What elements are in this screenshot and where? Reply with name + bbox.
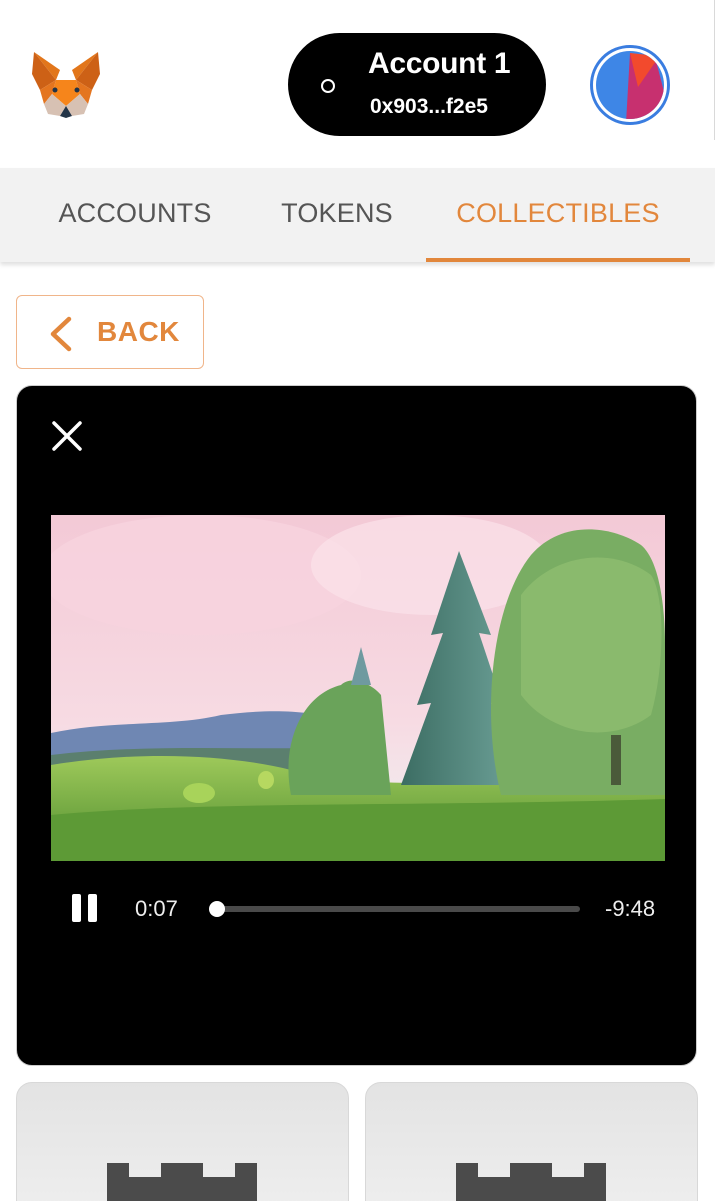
collectible-card[interactable] bbox=[16, 1082, 349, 1201]
metamask-fox-icon[interactable] bbox=[30, 50, 102, 118]
tab-collectibles[interactable]: COLLECTIBLES bbox=[426, 168, 690, 262]
tab-accounts[interactable]: ACCOUNTS bbox=[40, 168, 230, 262]
account-name: Account 1 bbox=[368, 47, 511, 80]
castle-placeholder-icon bbox=[456, 1163, 606, 1201]
collectible-card[interactable] bbox=[365, 1082, 698, 1201]
close-icon[interactable] bbox=[51, 420, 83, 452]
video-player: 0:07 -9:48 bbox=[16, 385, 697, 1066]
castle-placeholder-icon bbox=[107, 1163, 257, 1201]
back-button[interactable]: BACK bbox=[16, 295, 204, 369]
video-still-image bbox=[51, 515, 665, 861]
tab-bar: ACCOUNTS TOKENS COLLECTIBLES bbox=[0, 168, 715, 262]
video-frame[interactable] bbox=[51, 515, 665, 861]
tab-tokens[interactable]: TOKENS bbox=[262, 168, 412, 262]
account-address: 0x903...f2e5 bbox=[370, 95, 488, 118]
pause-icon[interactable] bbox=[72, 894, 100, 922]
account-switcher[interactable]: Account 1 0x903...f2e5 bbox=[288, 33, 546, 136]
network-status-icon bbox=[321, 79, 335, 93]
playback-controls: 0:07 -9:48 bbox=[17, 886, 698, 930]
chevron-left-icon bbox=[50, 316, 72, 352]
account-identicon[interactable] bbox=[590, 45, 670, 125]
progress-handle[interactable] bbox=[209, 901, 226, 917]
progress-slider[interactable] bbox=[209, 901, 580, 917]
app-header: Account 1 0x903...f2e5 bbox=[0, 0, 715, 168]
current-time: 0:07 bbox=[135, 896, 178, 921]
remaining-time: -9:48 bbox=[605, 896, 656, 921]
back-label: BACK bbox=[97, 316, 180, 347]
